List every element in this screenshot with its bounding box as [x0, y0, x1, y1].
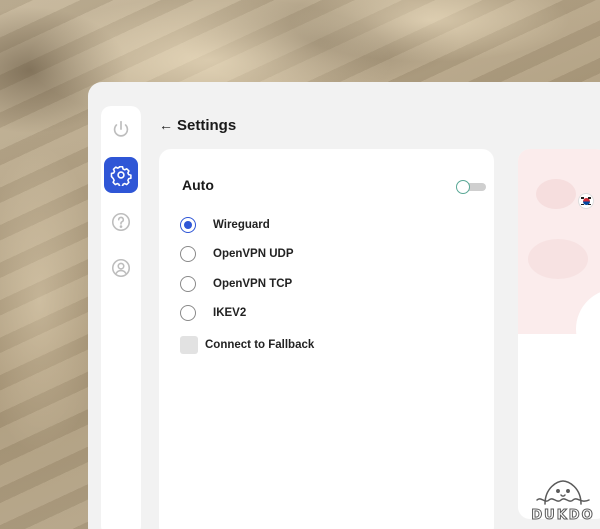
sidebar-item-power[interactable] — [104, 112, 138, 148]
flag-trigram — [588, 197, 591, 199]
flag-trigram — [588, 203, 591, 205]
south-korea-flag-icon[interactable] — [578, 193, 594, 209]
toggle-knob — [456, 180, 470, 194]
connect-to-fallback-option[interactable]: Connect to Fallback — [180, 336, 314, 354]
auto-label: Auto — [182, 177, 214, 193]
fallback-label: Connect to Fallback — [205, 339, 315, 351]
gear-icon — [110, 165, 132, 186]
flag-trigram — [581, 197, 584, 199]
radio-button[interactable] — [180, 246, 196, 262]
back-arrow-icon[interactable]: ← — [159, 117, 173, 133]
page-title: Settings — [177, 116, 237, 134]
map-landmass — [536, 179, 576, 209]
protocol-option-label: Wireguard — [213, 219, 270, 231]
map-landmass — [528, 239, 588, 279]
page-header: ← Settings — [159, 114, 236, 136]
fallback-checkbox[interactable] — [180, 336, 198, 354]
protocol-option-label: IKEV2 — [213, 307, 247, 319]
protocol-option-openvpn-tcp[interactable]: OpenVPN TCP — [180, 275, 292, 293]
sidebar-item-help[interactable] — [104, 204, 138, 240]
watermark-text: DUKDO — [531, 508, 595, 524]
auto-toggle[interactable] — [456, 180, 486, 194]
connect-circle[interactable] — [576, 289, 600, 369]
power-icon — [113, 120, 129, 137]
watermark-logo: DUKDO — [528, 478, 598, 526]
user-icon — [111, 258, 131, 278]
flag-trigram — [581, 203, 584, 205]
map-panel — [518, 149, 600, 519]
protocol-option-ikev2[interactable]: IKEV2 — [180, 304, 246, 322]
world-map — [518, 149, 600, 369]
protocol-option-label: OpenVPN UDP — [213, 248, 294, 260]
protocol-option-wireguard[interactable]: Wireguard — [180, 216, 270, 234]
mascot-icon — [536, 480, 590, 505]
protocol-option-openvpn-udp[interactable]: OpenVPN UDP — [180, 245, 294, 263]
sidebar-item-settings[interactable] — [104, 157, 138, 193]
radio-button[interactable] — [180, 276, 196, 292]
radio-button[interactable] — [180, 305, 196, 321]
help-icon — [111, 212, 131, 232]
protocol-option-label: OpenVPN TCP — [213, 278, 293, 290]
radio-button-selected[interactable] — [180, 217, 196, 233]
sidebar-item-account[interactable] — [104, 250, 138, 286]
